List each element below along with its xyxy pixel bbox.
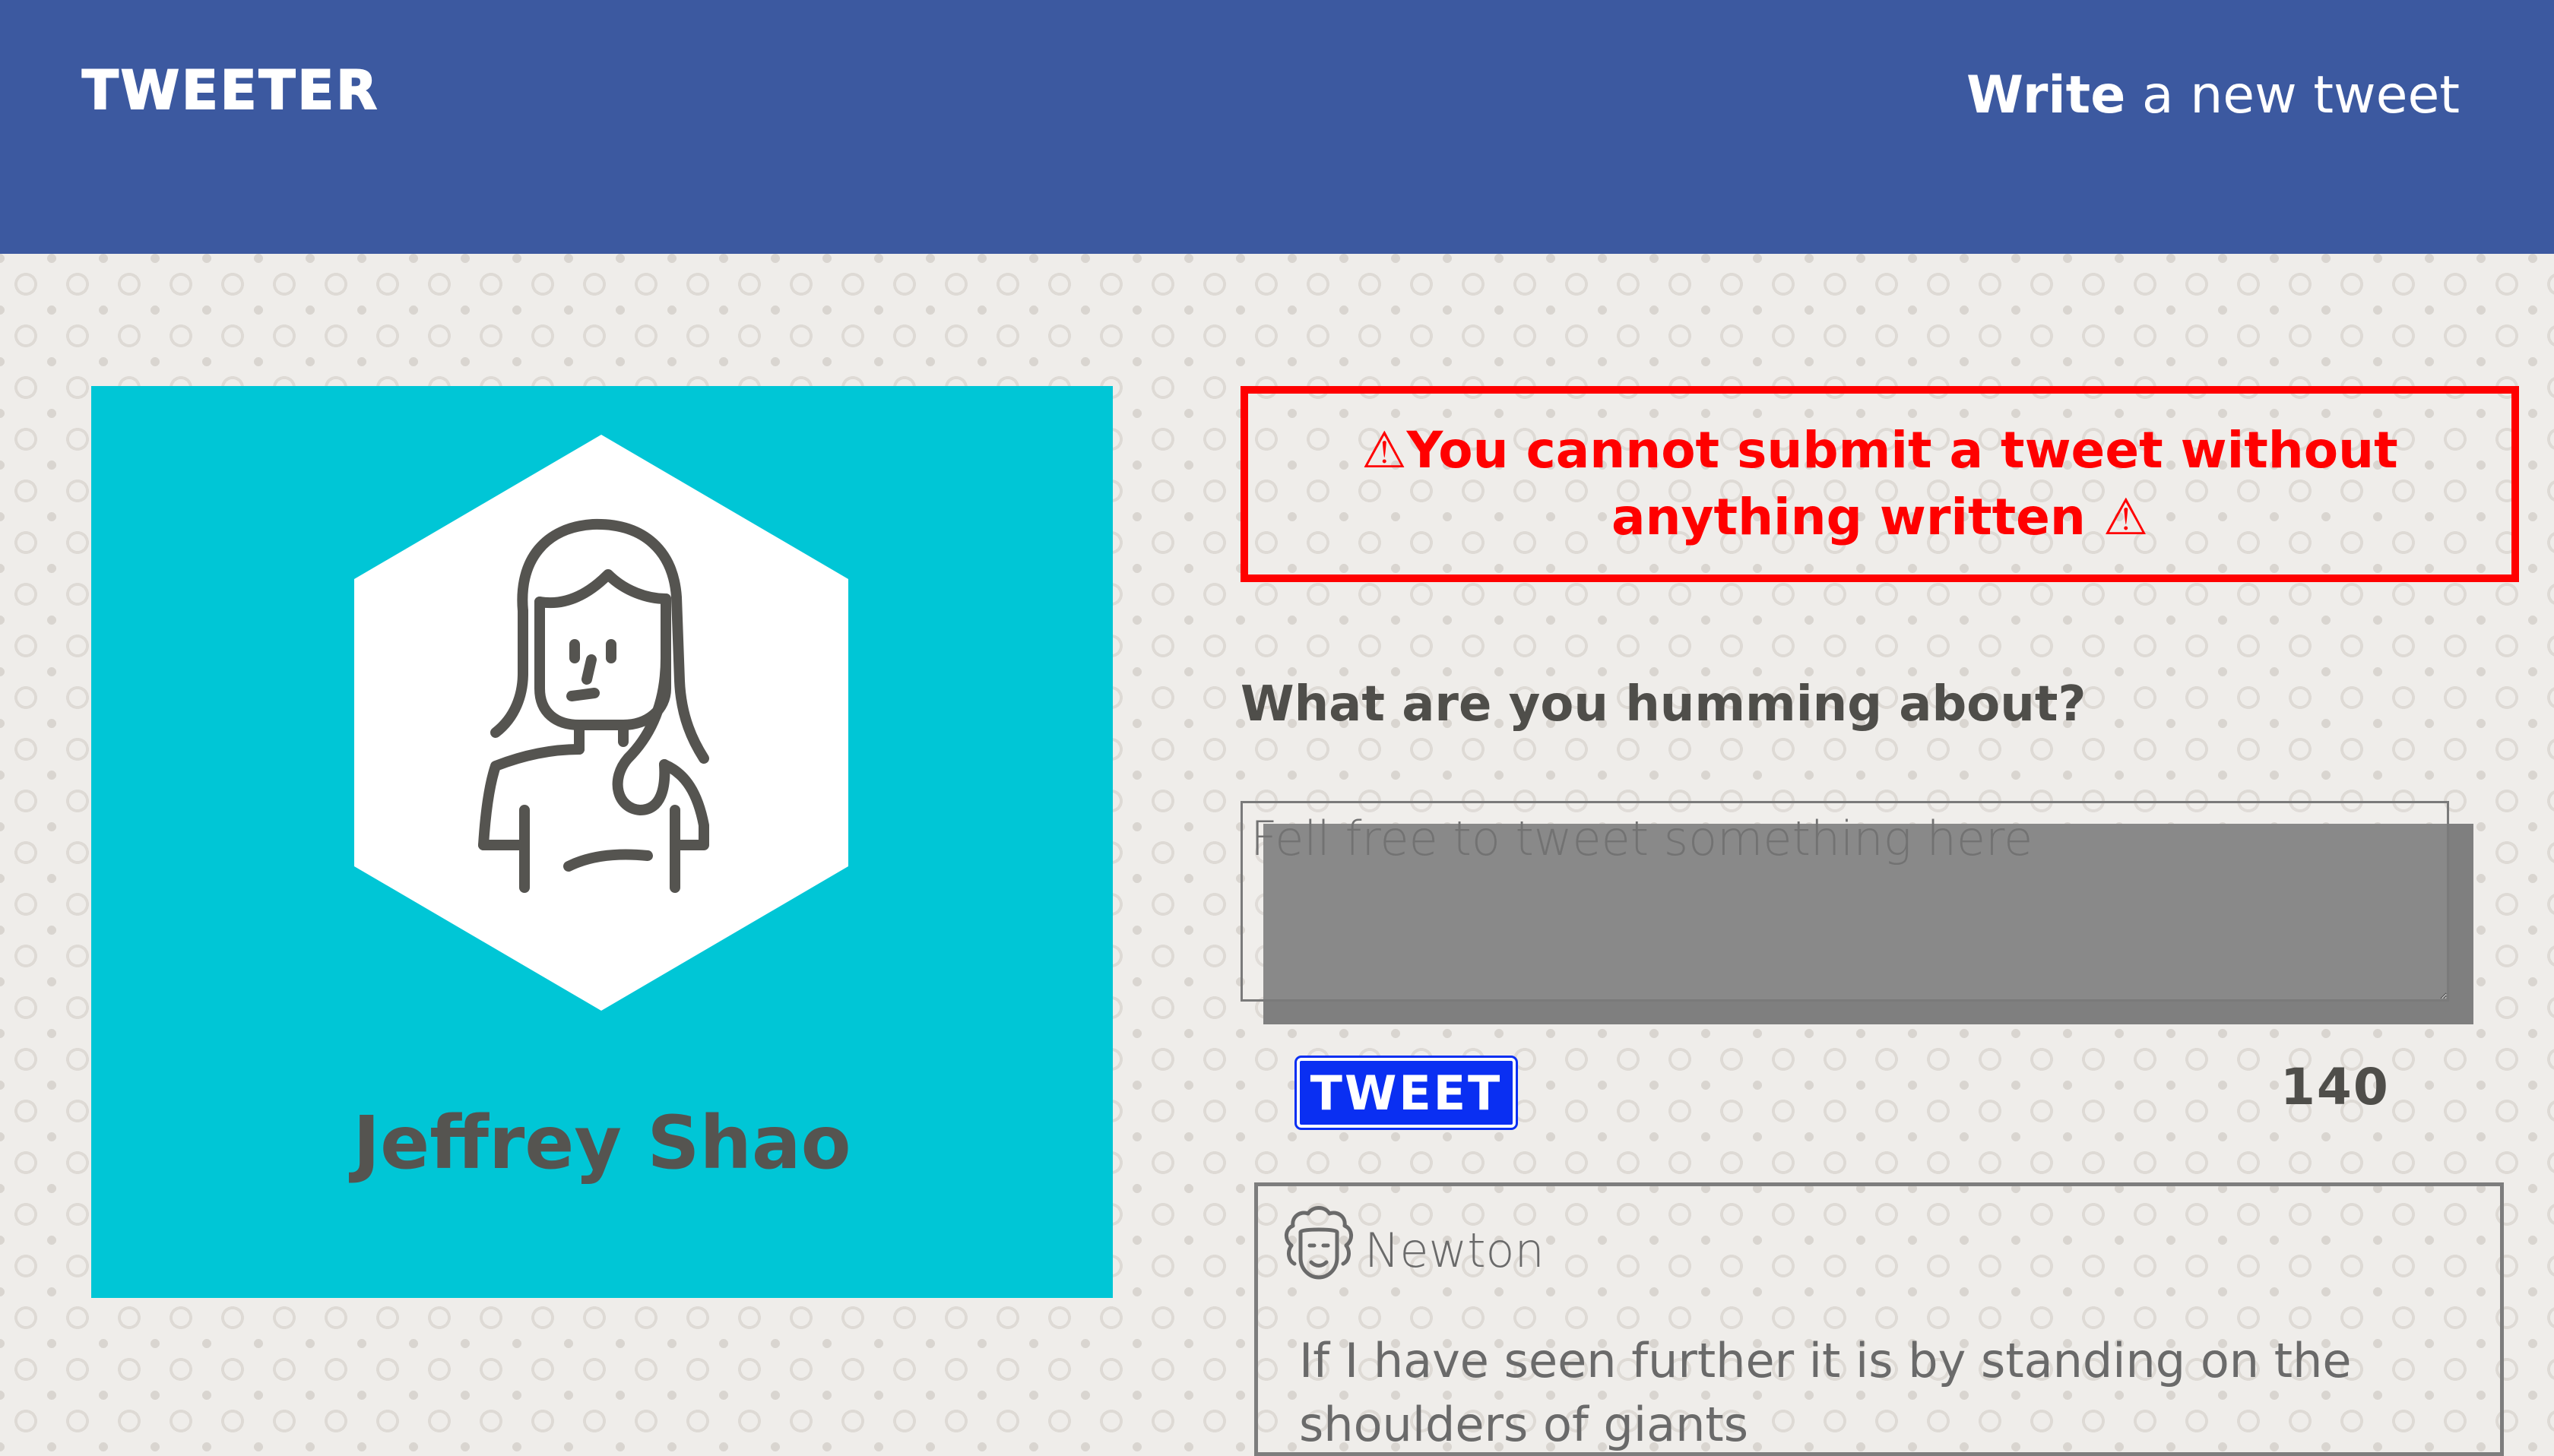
- tweet-submit-button[interactable]: TWEET: [1294, 1056, 1518, 1130]
- compose-label: What are you humming about?: [1241, 676, 2087, 733]
- write-new-tweet-link[interactable]: Write a new tweet: [1966, 65, 2460, 125]
- brand-logo[interactable]: TWEETER: [81, 59, 379, 122]
- tweet-textarea[interactable]: [1241, 801, 2449, 1002]
- tweet-card: Newton If I have seen further it is by s…: [1254, 1182, 2504, 1456]
- tweet-author[interactable]: Newton: [1364, 1223, 1545, 1278]
- top-navigation-bar: TWEETER Write a new tweet: [0, 0, 2554, 254]
- write-link-bold: Write: [1966, 65, 2126, 125]
- error-alert: ⚠You cannot submit a tweet without anyth…: [1241, 386, 2519, 582]
- write-link-rest: a new tweet: [2125, 65, 2460, 125]
- newton-avatar-icon: [1285, 1206, 1353, 1280]
- profile-card: Jeffrey Shao: [91, 386, 1113, 1298]
- woman-avatar-icon: [354, 435, 848, 1011]
- profile-name: Jeffrey Shao: [353, 1100, 851, 1185]
- error-message: ⚠You cannot submit a tweet without anyth…: [1361, 421, 2398, 546]
- tweet-text: If I have seen further it is by standing…: [1299, 1333, 2352, 1452]
- character-counter: 140: [2280, 1058, 2390, 1116]
